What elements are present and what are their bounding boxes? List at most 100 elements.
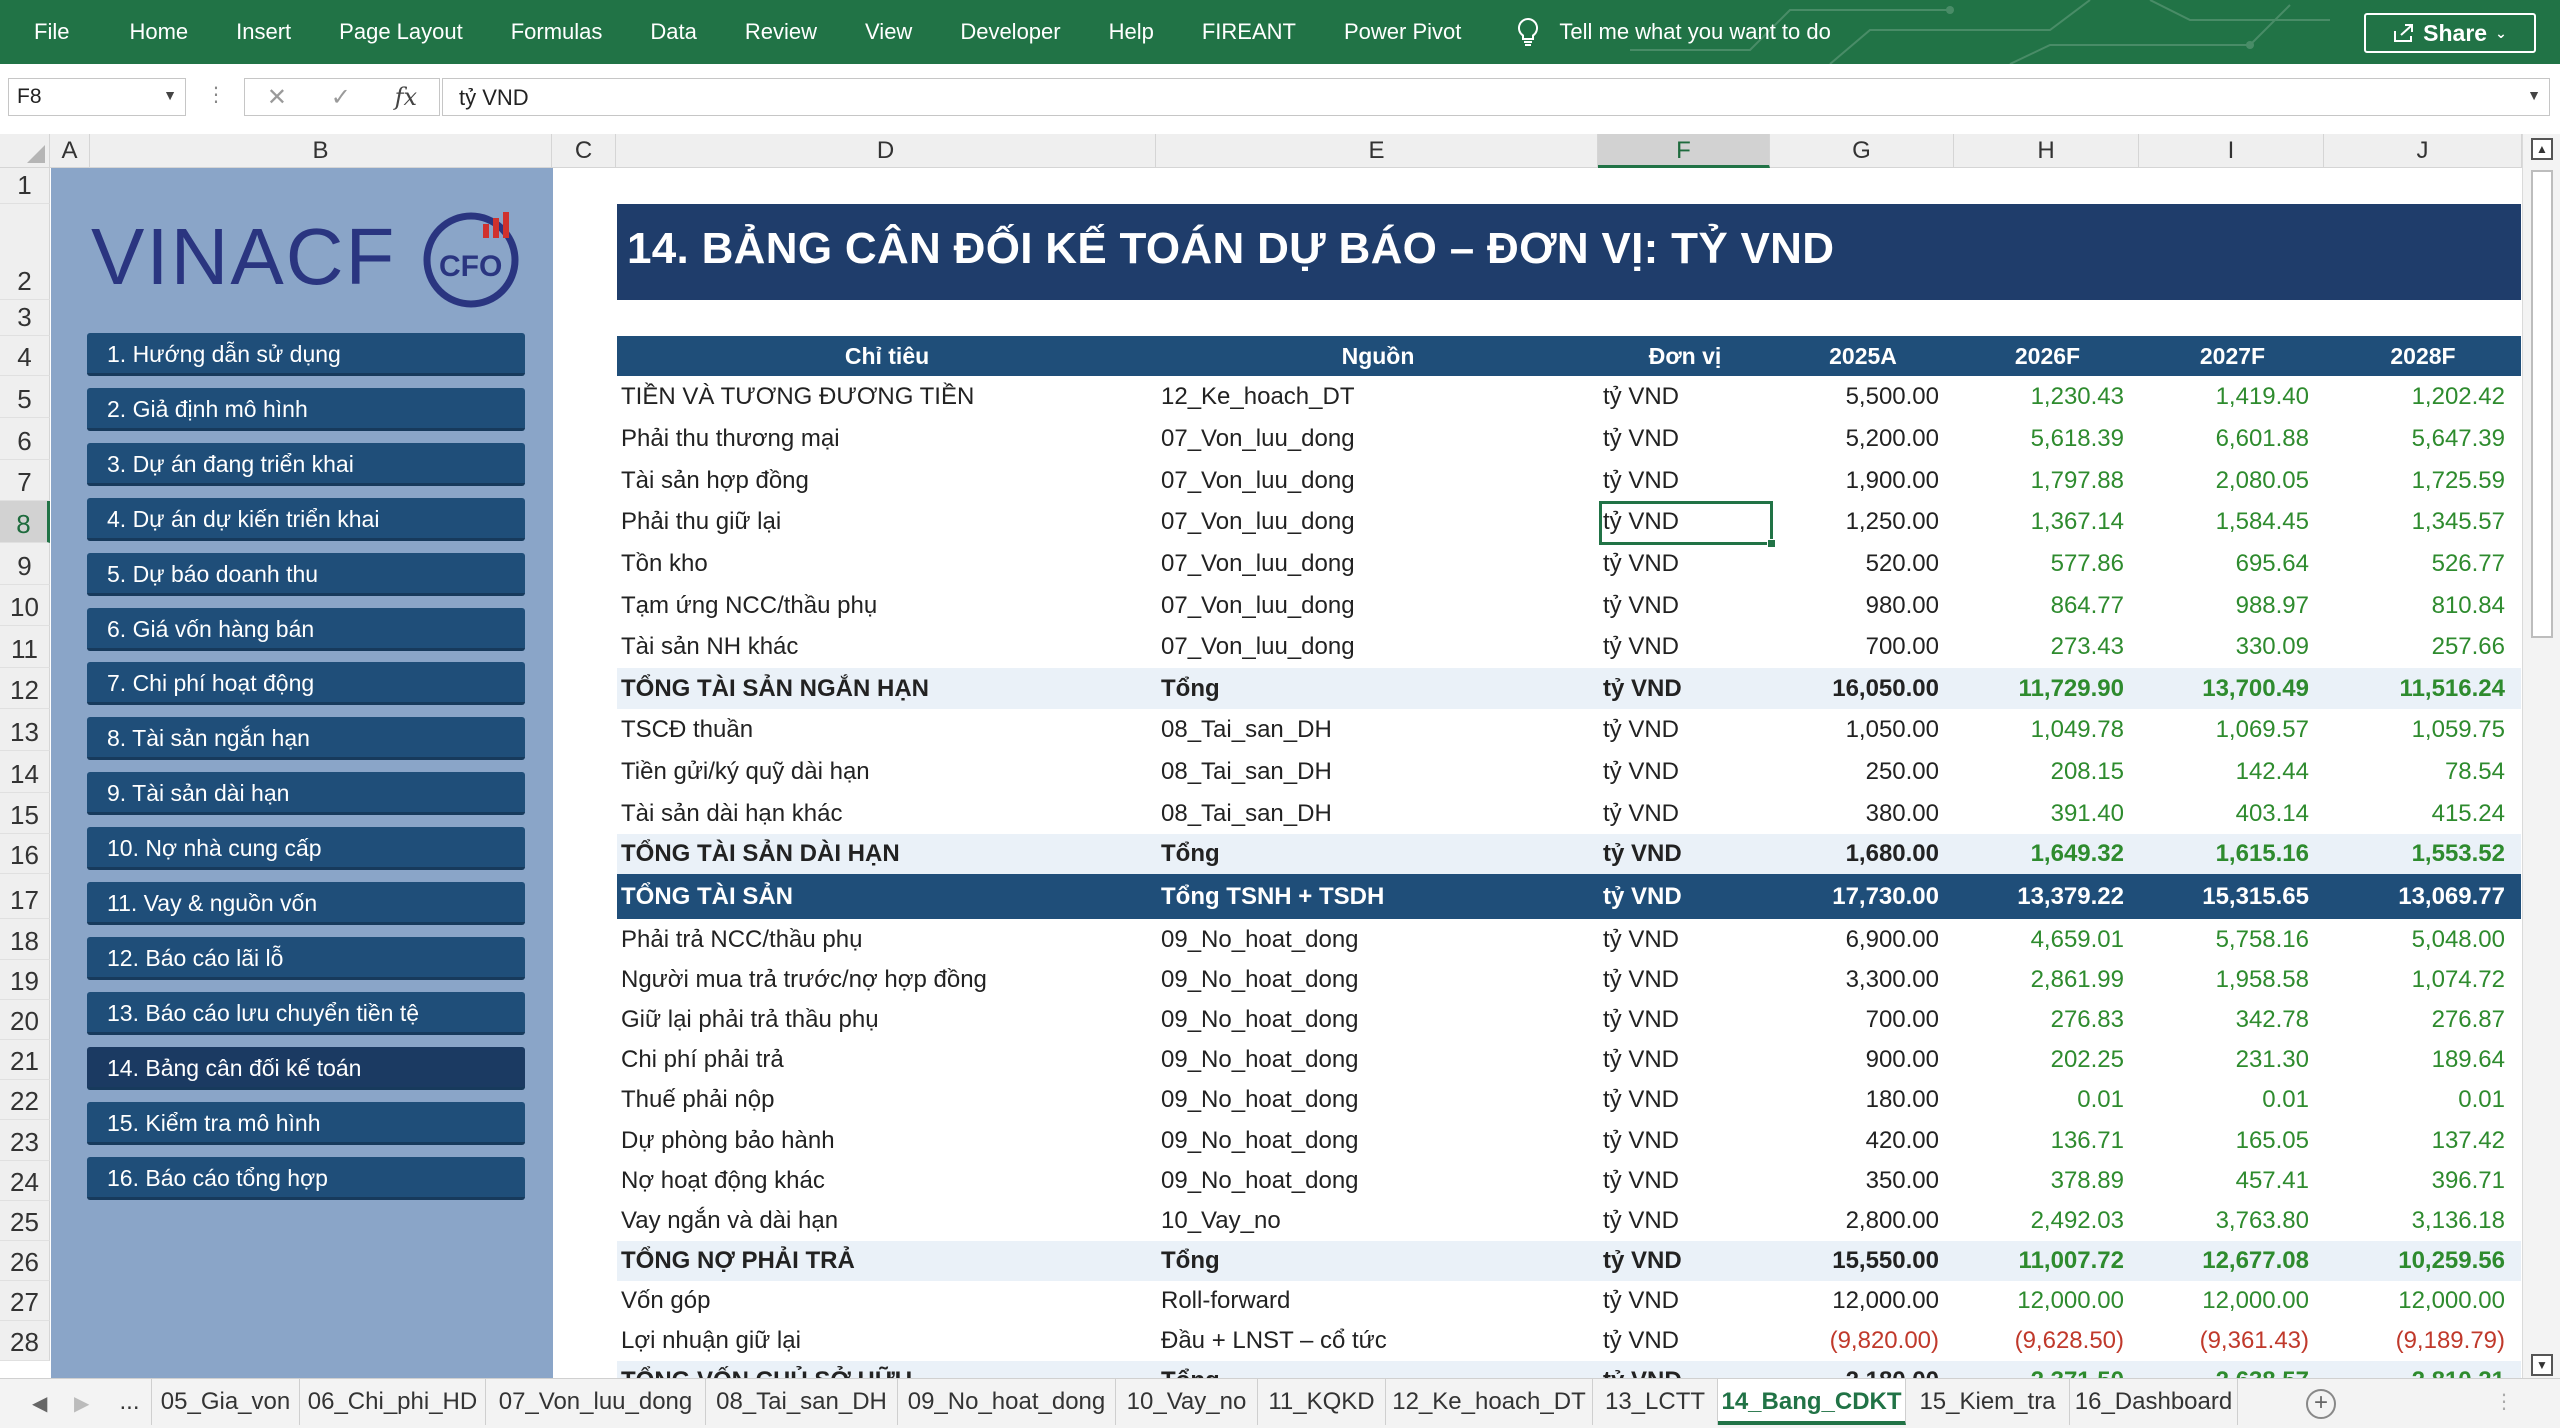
table-cell[interactable]: 276.87: [2325, 1000, 2521, 1040]
table-cell[interactable]: 09_No_hoat_dong: [1157, 1040, 1599, 1080]
table-cell[interactable]: tỷ VND: [1599, 1080, 1771, 1120]
table-cell[interactable]: 2,492.03: [1955, 1201, 2140, 1241]
table-cell[interactable]: 415.24: [2325, 793, 2521, 834]
column-header-b[interactable]: B: [90, 134, 552, 168]
enter-icon[interactable]: ✓: [331, 83, 351, 112]
table-cell[interactable]: TỔNG TÀI SẢN NGẮN HẠN: [617, 668, 1157, 709]
table-cell[interactable]: 403.14: [2140, 793, 2325, 834]
table-cell[interactable]: tỷ VND: [1599, 1161, 1771, 1201]
name-box[interactable]: F8 ▼: [8, 78, 186, 116]
sheet-tab[interactable]: 08_Tai_san_DH: [706, 1379, 898, 1425]
ribbon-tab-view[interactable]: View: [841, 0, 936, 64]
table-cell[interactable]: Tổng: [1157, 668, 1599, 709]
row-header-12[interactable]: 12: [0, 668, 50, 709]
table-cell[interactable]: Người mua trả trước/nợ hợp đồng: [617, 960, 1157, 1000]
table-cell[interactable]: 12,677.08: [2140, 1241, 2325, 1281]
table-cell[interactable]: 1,059.75: [2325, 709, 2521, 751]
row-header-20[interactable]: 20: [0, 1000, 50, 1040]
ribbon-tab-data[interactable]: Data: [626, 0, 720, 64]
table-cell[interactable]: 15,315.65: [2140, 874, 2325, 919]
ribbon-tab-help[interactable]: Help: [1085, 0, 1178, 64]
row-header-24[interactable]: 24: [0, 1161, 50, 1201]
insert-function-button[interactable]: fx: [395, 83, 417, 111]
row-header-26[interactable]: 26: [0, 1241, 50, 1281]
row-header-7[interactable]: 7: [0, 460, 50, 501]
row-header-18[interactable]: 18: [0, 919, 50, 960]
sheet-tab[interactable]: 15_Kiem_tra: [1906, 1379, 2070, 1425]
row-header-11[interactable]: 11: [0, 626, 50, 668]
table-cell[interactable]: 988.97: [2140, 585, 2325, 626]
table-cell[interactable]: tỷ VND: [1599, 1000, 1771, 1040]
ribbon-tab-page-layout[interactable]: Page Layout: [315, 0, 487, 64]
table-cell[interactable]: Phải trả NCC/thầu phụ: [617, 919, 1157, 960]
table-cell[interactable]: Tài sản dài hạn khác: [617, 793, 1157, 834]
table-cell[interactable]: 07_Von_luu_dong: [1157, 626, 1599, 668]
row-header-3[interactable]: 3: [0, 300, 50, 336]
ribbon-tab-formulas[interactable]: Formulas: [487, 0, 627, 64]
scrollbar-thumb[interactable]: [2531, 170, 2553, 638]
table-cell[interactable]: 136.71: [1955, 1120, 2140, 1161]
table-cell[interactable]: 2,800.00: [1771, 1201, 1955, 1241]
table-cell[interactable]: 700.00: [1771, 626, 1955, 668]
row-header-2[interactable]: 2: [0, 204, 50, 300]
table-cell[interactable]: 380.00: [1771, 793, 1955, 834]
table-cell[interactable]: 2,638.57: [2140, 1361, 2325, 1378]
table-cell[interactable]: Tiền gửi/ký quỹ dài hạn: [617, 751, 1157, 793]
formula-input[interactable]: tỷ VND ▼: [442, 78, 2550, 116]
table-cell[interactable]: 09_No_hoat_dong: [1157, 919, 1599, 960]
table-cell[interactable]: Tạm ứng NCC/thầu phụ: [617, 585, 1157, 626]
share-button[interactable]: Share ⌄: [2364, 13, 2536, 53]
ribbon-tab-fireant[interactable]: FIREANT: [1178, 0, 1320, 64]
table-cell[interactable]: 5,200.00: [1771, 418, 1955, 460]
table-cell[interactable]: 08_Tai_san_DH: [1157, 709, 1599, 751]
table-cell[interactable]: 276.83: [1955, 1000, 2140, 1040]
row-header-17[interactable]: 17: [0, 874, 50, 919]
table-cell[interactable]: 202.25: [1955, 1040, 2140, 1080]
table-cell[interactable]: tỷ VND: [1599, 1321, 1771, 1361]
sheet-tab[interactable]: ...: [108, 1379, 152, 1425]
row-header-25[interactable]: 25: [0, 1201, 50, 1241]
row-header-4[interactable]: 4: [0, 336, 50, 376]
table-cell[interactable]: 16,050.00: [1771, 668, 1955, 709]
sheet-tab[interactable]: 13_LCTT: [1593, 1379, 1718, 1425]
row-header-23[interactable]: 23: [0, 1120, 50, 1161]
scroll-up-icon[interactable]: ▲: [2531, 138, 2553, 160]
table-cell[interactable]: tỷ VND: [1599, 1361, 1771, 1378]
table-cell[interactable]: 11,007.72: [1955, 1241, 2140, 1281]
table-cell[interactable]: 12,000.00: [1771, 1281, 1955, 1321]
table-cell[interactable]: 350.00: [1771, 1161, 1955, 1201]
table-cell[interactable]: 1,250.00: [1771, 501, 1955, 543]
table-cell[interactable]: 0.01: [2140, 1080, 2325, 1120]
table-cell[interactable]: Roll-forward: [1157, 1281, 1599, 1321]
table-cell[interactable]: 1,419.40: [2140, 376, 2325, 418]
table-cell[interactable]: 1,615.16: [2140, 834, 2325, 874]
table-cell[interactable]: 07_Von_luu_dong: [1157, 543, 1599, 585]
cancel-icon[interactable]: ✕: [267, 83, 287, 112]
table-cell[interactable]: 11,729.90: [1955, 668, 2140, 709]
nav-button-7[interactable]: 7. Chi phí hoạt động: [87, 662, 525, 705]
table-cell[interactable]: TỔNG TÀI SẢN DÀI HẠN: [617, 834, 1157, 874]
ribbon-tab-review[interactable]: Review: [721, 0, 841, 64]
table-cell[interactable]: 137.42: [2325, 1120, 2521, 1161]
table-cell[interactable]: tỷ VND: [1599, 919, 1771, 960]
table-cell[interactable]: 08_Tai_san_DH: [1157, 793, 1599, 834]
table-cell[interactable]: 10_Vay_no: [1157, 1201, 1599, 1241]
table-cell[interactable]: Thuế phải nộp: [617, 1080, 1157, 1120]
table-cell[interactable]: 09_No_hoat_dong: [1157, 1080, 1599, 1120]
ribbon-tab-home[interactable]: Home: [105, 0, 212, 64]
table-cell[interactable]: 526.77: [2325, 543, 2521, 585]
table-cell[interactable]: 17,730.00: [1771, 874, 1955, 919]
table-cell[interactable]: 13,700.49: [2140, 668, 2325, 709]
fill-handle[interactable]: [1767, 539, 1776, 548]
table-cell[interactable]: 1,367.14: [1955, 501, 2140, 543]
table-cell[interactable]: Vay ngắn và dài hạn: [617, 1201, 1157, 1241]
chevron-down-icon[interactable]: ▼: [163, 87, 177, 103]
table-cell[interactable]: 09_No_hoat_dong: [1157, 1120, 1599, 1161]
table-cell[interactable]: (9,189.79): [2325, 1321, 2521, 1361]
table-cell[interactable]: 09_No_hoat_dong: [1157, 960, 1599, 1000]
table-cell[interactable]: 12_Ke_hoach_DT: [1157, 376, 1599, 418]
table-cell[interactable]: (9,628.50): [1955, 1321, 2140, 1361]
table-cell[interactable]: 3,763.80: [2140, 1201, 2325, 1241]
table-cell[interactable]: 1,797.88: [1955, 460, 2140, 501]
table-cell[interactable]: 2,180.00: [1771, 1361, 1955, 1378]
